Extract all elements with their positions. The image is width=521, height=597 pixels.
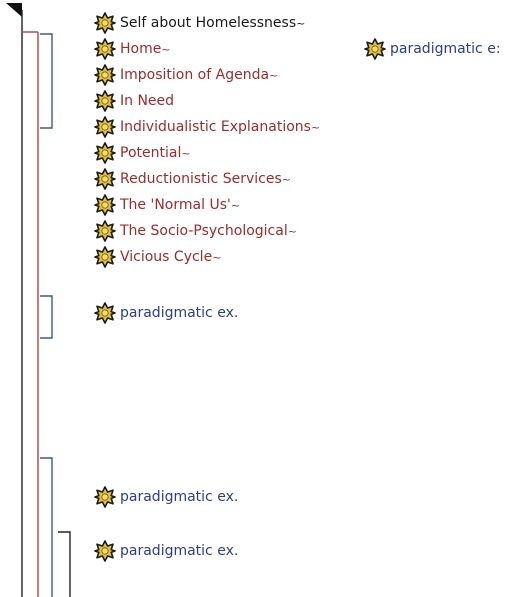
code-tilde: ~ — [161, 42, 171, 56]
code-star-icon — [94, 38, 116, 60]
memo-star-icon — [94, 540, 116, 562]
memo-label: paradigmatic e: — [390, 41, 501, 57]
code-tilde: ~ — [269, 68, 279, 82]
memo-label: paradigmatic ex. — [120, 305, 239, 321]
code-row[interactable]: The 'Normal Us' ~ — [94, 194, 240, 216]
code-star-icon — [94, 64, 116, 86]
margin-brackets — [6, 3, 71, 597]
bracket-black-1 — [58, 531, 71, 597]
code-star-icon — [94, 90, 116, 112]
code-tilde: ~ — [287, 224, 297, 238]
triangle-marker — [6, 3, 22, 17]
code-star-icon — [94, 142, 116, 164]
code-tilde: ~ — [281, 172, 291, 186]
memo-row[interactable]: paradigmatic ex. — [94, 540, 238, 562]
code-star-icon — [94, 194, 116, 216]
code-tilde: ~ — [310, 120, 321, 134]
code-tilde: ~ — [212, 250, 222, 264]
code-star-icon — [94, 168, 116, 190]
code-label: Self about Homelessness — [120, 15, 297, 31]
code-tilde: ~ — [296, 16, 306, 30]
code-row[interactable]: Reductionistic Services ~ — [94, 168, 291, 190]
code-label: Home — [120, 41, 162, 57]
bracket-blue-1 — [40, 33, 53, 129]
memo-row[interactable]: paradigmatic ex. — [94, 302, 238, 324]
memo-star-icon — [364, 38, 386, 60]
code-label: The 'Normal Us' — [120, 197, 231, 213]
memo-label: paradigmatic ex. — [120, 543, 239, 559]
code-star-icon — [94, 246, 116, 268]
code-row[interactable]: Self about Homelessness ~ — [94, 12, 305, 34]
bracket-blue-3 — [40, 457, 53, 597]
memo-star-icon — [94, 302, 116, 324]
memo-star-icon — [94, 486, 116, 508]
memo-label: paradigmatic ex. — [120, 489, 239, 505]
code-star-icon — [94, 220, 116, 242]
code-star-icon — [94, 116, 116, 138]
code-row[interactable]: Individualistic Explanations ~ — [94, 116, 320, 138]
memo-row[interactable]: paradigmatic ex. — [94, 486, 238, 508]
code-label: Reductionistic Services — [120, 171, 282, 187]
code-row[interactable]: Vicious Cycle ~ — [94, 246, 221, 268]
code-row[interactable]: Imposition of Agenda ~ — [94, 64, 278, 86]
code-tilde: ~ — [181, 146, 191, 160]
code-row[interactable]: The Socio-Psychological ~ — [94, 220, 297, 242]
code-label: Potential — [120, 145, 182, 161]
bracket-blue-2 — [40, 295, 53, 339]
code-label: Imposition of Agenda — [120, 67, 270, 83]
code-label: Individualistic Explanations — [120, 119, 311, 135]
code-label: In Need — [120, 93, 175, 109]
code-tilde: ~ — [230, 198, 241, 212]
code-label: The Socio-Psychological — [120, 223, 288, 239]
code-row[interactable]: Home ~ — [94, 38, 171, 60]
code-row[interactable]: Potential ~ — [94, 142, 191, 164]
code-row[interactable]: In Need — [94, 90, 174, 112]
memo-row[interactable]: paradigmatic e: — [364, 38, 501, 60]
code-star-icon — [94, 12, 116, 34]
code-label: Vicious Cycle — [120, 249, 213, 265]
